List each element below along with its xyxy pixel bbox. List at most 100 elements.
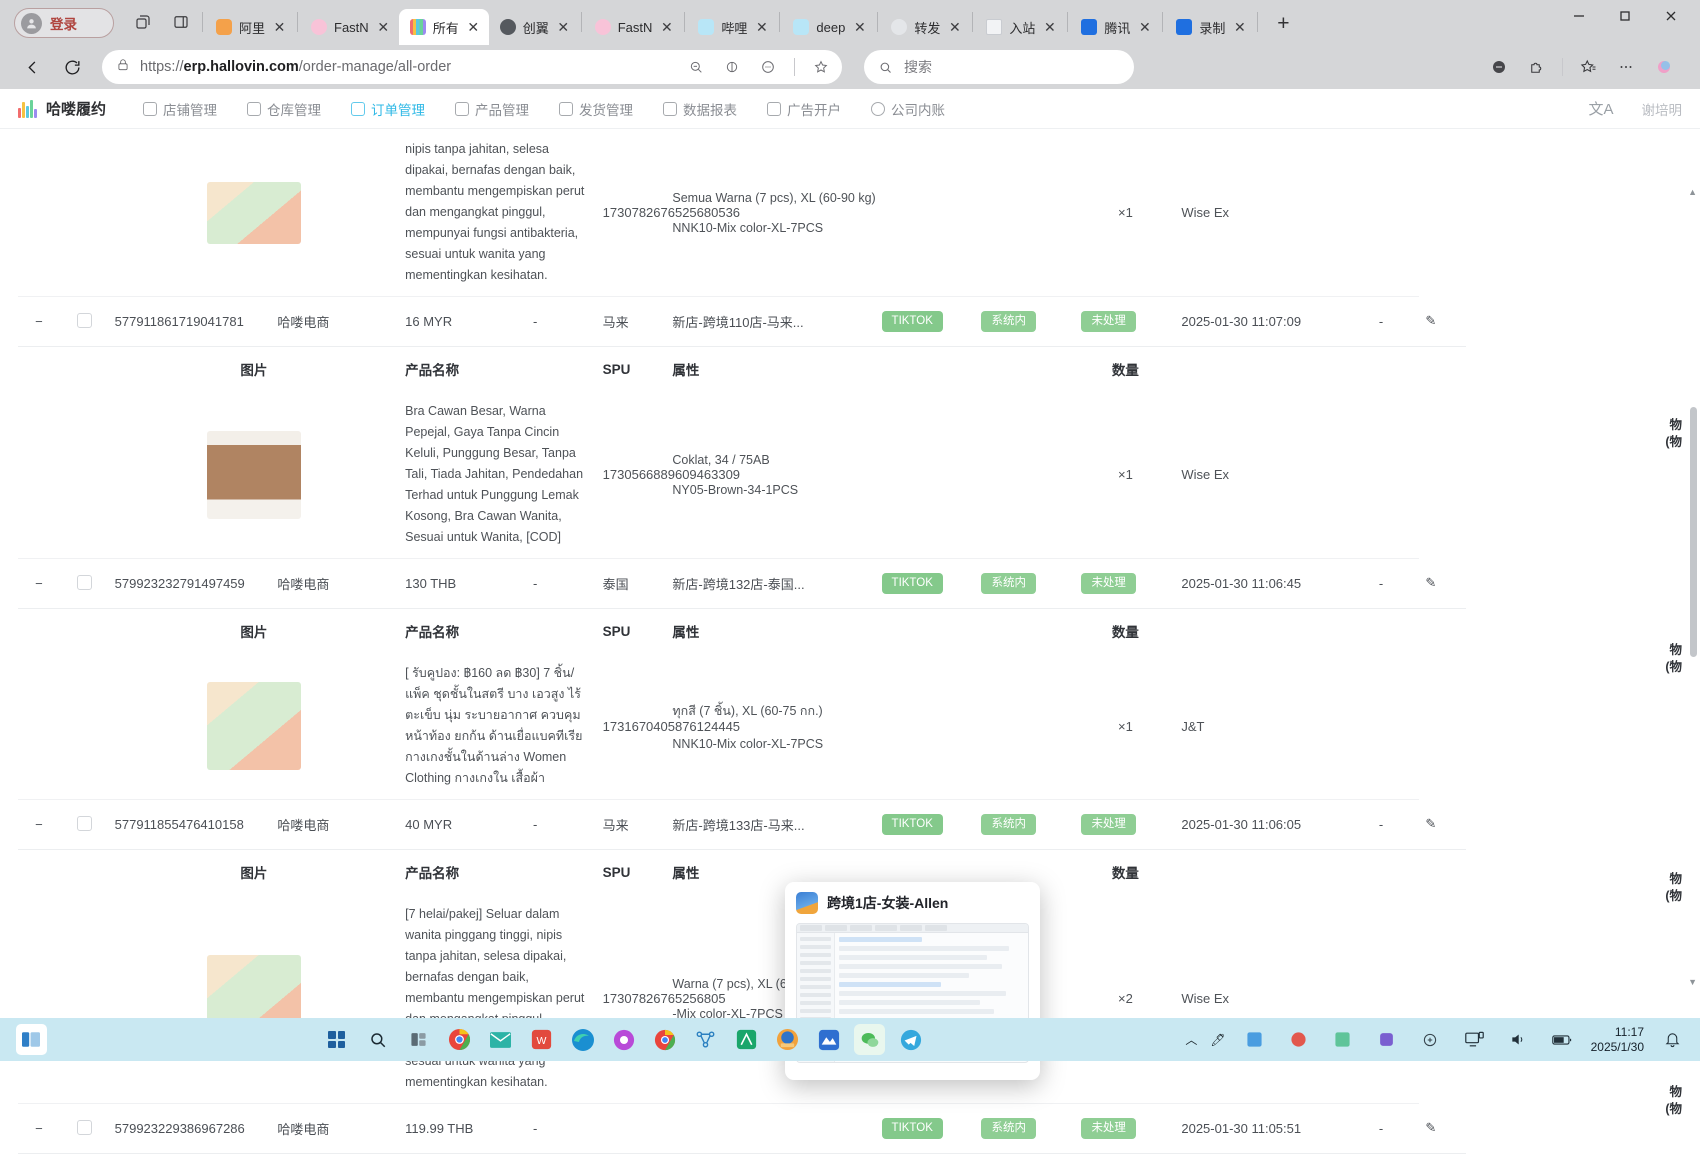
nav-item-internal-account[interactable]: 公司内账 bbox=[856, 89, 960, 129]
browser-tab[interactable]: deep ✕ bbox=[782, 9, 875, 45]
wechat-icon[interactable] bbox=[854, 1024, 886, 1055]
split-screen-icon[interactable] bbox=[166, 7, 196, 37]
url-input[interactable]: https://erp.hallovin.com/order-manage/al… bbox=[102, 50, 842, 84]
profile-sign-in-button[interactable]: 登录 bbox=[14, 8, 114, 38]
translate-icon[interactable]: 文A bbox=[1588, 98, 1613, 119]
row-checkbox[interactable] bbox=[76, 312, 92, 328]
nav-item-shop[interactable]: 店铺管理 bbox=[128, 89, 232, 129]
edge-icon[interactable] bbox=[567, 1024, 598, 1055]
browser-tab[interactable]: FastN ✕ bbox=[300, 9, 399, 45]
collections-icon[interactable] bbox=[1483, 51, 1515, 83]
browser-tab[interactable]: FastN ✕ bbox=[584, 9, 683, 45]
browser-tab[interactable]: 腾讯 ✕ bbox=[1070, 9, 1160, 45]
favorites-icon[interactable] bbox=[1572, 51, 1604, 83]
refresh-icon[interactable] bbox=[54, 49, 90, 85]
tab-close-icon[interactable]: ✕ bbox=[1232, 20, 1247, 35]
tray-arrow-icon[interactable]: ︿ bbox=[1185, 1031, 1197, 1048]
nav-item-order[interactable]: 订单管理 bbox=[336, 89, 440, 129]
tab-close-icon[interactable]: ✕ bbox=[852, 20, 867, 35]
product-thumbnail[interactable] bbox=[206, 181, 301, 244]
telegram-icon[interactable] bbox=[895, 1024, 926, 1055]
minimize-icon[interactable] bbox=[1556, 0, 1602, 32]
favorite-star-icon[interactable] bbox=[808, 54, 834, 80]
back-icon[interactable] bbox=[14, 49, 50, 85]
tab-close-icon[interactable]: ✕ bbox=[947, 20, 962, 35]
settings-more-icon[interactable] bbox=[1610, 51, 1642, 83]
brand[interactable]: 哈喽履约 bbox=[18, 98, 106, 119]
scroll-down-arrow-icon[interactable]: ▼ bbox=[1688, 977, 1697, 987]
tab-close-icon[interactable]: ✕ bbox=[272, 20, 287, 35]
tab-close-icon[interactable]: ✕ bbox=[1137, 20, 1152, 35]
row-expander-icon[interactable]: − bbox=[18, 558, 60, 609]
taskbar-clock[interactable]: 11:17 2025/1/30 bbox=[1591, 1025, 1644, 1055]
tray-settings-icon[interactable] bbox=[1415, 1024, 1446, 1055]
more-circle-icon[interactable] bbox=[755, 54, 781, 80]
maximize-icon[interactable] bbox=[1602, 0, 1648, 32]
notification-bell-icon[interactable] bbox=[1657, 1024, 1688, 1055]
search-input[interactable]: 搜索 bbox=[864, 50, 1134, 84]
xmind-icon[interactable] bbox=[731, 1024, 762, 1055]
widgets-icon[interactable] bbox=[403, 1024, 434, 1055]
extensions-icon[interactable] bbox=[1521, 51, 1553, 83]
order-row[interactable]: − 579923229386967286 哈喽电商 119.99 THB - T… bbox=[18, 1103, 1466, 1154]
copilot-icon[interactable] bbox=[1648, 51, 1680, 83]
chrome3-icon[interactable] bbox=[649, 1024, 680, 1055]
edit-icon[interactable]: ✎ bbox=[1419, 799, 1466, 850]
product-thumbnail[interactable] bbox=[206, 682, 301, 770]
browser-tab[interactable]: 转发 ✕ bbox=[880, 9, 970, 45]
scrollbar-thumb[interactable] bbox=[1690, 407, 1697, 657]
scroll-up-arrow-icon[interactable]: ▲ bbox=[1688, 187, 1697, 197]
tray-app4-icon[interactable] bbox=[1371, 1024, 1402, 1055]
tab-copy-icon[interactable] bbox=[128, 7, 158, 37]
tray-app1-icon[interactable] bbox=[1239, 1024, 1270, 1055]
mail-icon[interactable] bbox=[485, 1024, 516, 1055]
browser-tab-active[interactable]: 所有 ✕ bbox=[398, 9, 489, 45]
page-scrollbar[interactable]: ▲ ▼ bbox=[1687, 187, 1698, 987]
app-icon[interactable] bbox=[813, 1024, 844, 1055]
chrome-icon[interactable] bbox=[444, 1024, 475, 1055]
browser-tab[interactable]: 录制 ✕ bbox=[1165, 9, 1255, 45]
edit-icon[interactable]: ✎ bbox=[1419, 296, 1466, 347]
nav-item-warehouse[interactable]: 仓库管理 bbox=[232, 89, 336, 129]
order-row[interactable]: − 577911855476410158 哈喽电商 40 MYR - 马来 新店… bbox=[18, 799, 1466, 850]
row-expander-icon[interactable]: − bbox=[18, 1103, 60, 1154]
tab-close-icon[interactable]: ✕ bbox=[754, 20, 769, 35]
product-thumbnail[interactable] bbox=[206, 430, 301, 519]
tab-close-icon[interactable]: ✕ bbox=[376, 20, 391, 35]
start-icon[interactable] bbox=[321, 1024, 352, 1055]
tab-close-icon[interactable]: ✕ bbox=[556, 20, 571, 35]
volume-icon[interactable] bbox=[1503, 1024, 1534, 1055]
row-expander-icon[interactable]: − bbox=[18, 799, 60, 850]
tab-close-icon[interactable]: ✕ bbox=[1042, 20, 1057, 35]
nav-item-report[interactable]: 数据报表 bbox=[648, 89, 752, 129]
nav-item-ads[interactable]: 广告开户 bbox=[752, 89, 856, 129]
browser-tab[interactable]: 创翼 ✕ bbox=[489, 9, 579, 45]
zoom-out-icon[interactable] bbox=[683, 54, 709, 80]
tab-close-icon[interactable]: ✕ bbox=[466, 20, 481, 35]
row-expander-icon[interactable]: − bbox=[18, 296, 60, 347]
tray-app2-icon[interactable] bbox=[1283, 1024, 1314, 1055]
tray-app3-icon[interactable] bbox=[1327, 1024, 1358, 1055]
browser-essentials-icon[interactable] bbox=[719, 54, 745, 80]
row-checkbox[interactable] bbox=[76, 815, 92, 831]
nav-item-shipping[interactable]: 发货管理 bbox=[544, 89, 648, 129]
network-icon[interactable] bbox=[690, 1024, 721, 1055]
tray-pen-icon[interactable]: 🖊 bbox=[1210, 1033, 1225, 1047]
new-tab-button[interactable]: + bbox=[1268, 9, 1298, 39]
display-icon[interactable] bbox=[1459, 1024, 1490, 1055]
tab-close-icon[interactable]: ✕ bbox=[659, 20, 674, 35]
row-checkbox[interactable] bbox=[76, 574, 92, 590]
edit-icon[interactable]: ✎ bbox=[1419, 558, 1466, 609]
hallo-icon[interactable] bbox=[772, 1024, 803, 1055]
wps-icon[interactable]: W bbox=[526, 1024, 557, 1055]
user-name[interactable]: 谢培明 bbox=[1642, 99, 1683, 119]
search-icon[interactable] bbox=[362, 1024, 393, 1055]
row-checkbox[interactable] bbox=[76, 1119, 92, 1135]
task-view-icon[interactable] bbox=[15, 1024, 47, 1055]
close-window-icon[interactable] bbox=[1648, 0, 1694, 32]
browser-tab[interactable]: 阿里 ✕ bbox=[205, 9, 295, 45]
edit-icon[interactable]: ✎ bbox=[1419, 1103, 1466, 1154]
browser-tab[interactable]: 入站 ✕ bbox=[975, 9, 1065, 45]
order-row[interactable]: − 577911861719041781 哈喽电商 16 MYR - 马来 新店… bbox=[18, 296, 1466, 347]
order-row[interactable]: − 579923232791497459 哈喽电商 130 THB - 泰国 新… bbox=[18, 558, 1466, 609]
